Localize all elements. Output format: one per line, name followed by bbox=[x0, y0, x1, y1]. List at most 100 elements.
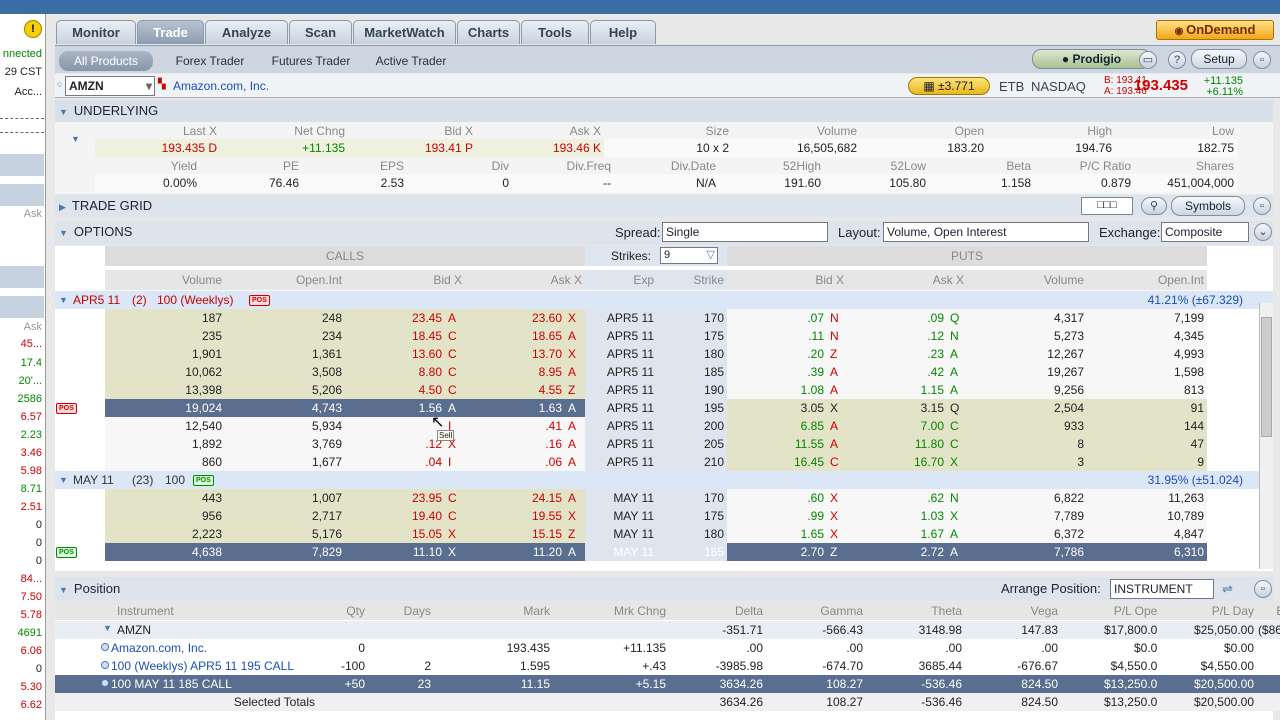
option-row[interactable]: 1,892 3,769.12 X .16 A APR5 11 205 11.55 A 11.80 C… bbox=[55, 435, 1259, 453]
option-cell[interactable]: X bbox=[445, 543, 465, 561]
alert-icon[interactable]: ! bbox=[24, 20, 42, 38]
option-cell[interactable]: 91 bbox=[1087, 399, 1207, 417]
option-row[interactable]: 10,062 3,508 8.80 C 8.95 A APR5 11 185.39 A .42 A 1… bbox=[55, 363, 1259, 381]
option-cell[interactable]: 16.45 bbox=[727, 453, 827, 471]
option-cell[interactable]: C bbox=[445, 327, 465, 345]
option-cell[interactable]: 956 bbox=[105, 507, 225, 525]
option-cell[interactable]: C bbox=[947, 435, 967, 453]
option-cell[interactable]: A bbox=[827, 381, 847, 399]
option-cell[interactable]: 2,223 bbox=[105, 525, 225, 543]
option-cell[interactable]: A bbox=[565, 435, 585, 453]
option-cell[interactable]: 23.60 bbox=[465, 309, 565, 327]
option-cell[interactable]: X bbox=[947, 507, 967, 525]
option-cell[interactable]: .41 bbox=[465, 417, 565, 435]
option-cell[interactable]: 170 bbox=[657, 309, 727, 327]
option-cell[interactable]: X bbox=[827, 399, 847, 417]
option-cell[interactable]: 7,199 bbox=[1087, 309, 1207, 327]
prodigio-button[interactable]: ● Prodigio bbox=[1032, 49, 1151, 69]
option-cell[interactable]: 4.50 bbox=[345, 381, 445, 399]
option-cell[interactable]: 443 bbox=[105, 489, 225, 507]
options-section-header[interactable]: ▼ OPTIONS Spread: Single Layout: Volume, … bbox=[55, 221, 1273, 245]
tab-tools[interactable]: Tools bbox=[521, 20, 589, 44]
option-cell[interactable]: 6.85 bbox=[727, 417, 827, 435]
option-cell[interactable]: 9,256 bbox=[967, 381, 1087, 399]
option-cell[interactable]: C bbox=[445, 345, 465, 363]
option-cell[interactable]: MAY 11 bbox=[585, 525, 657, 543]
layout-select[interactable]: Volume, Open Interest bbox=[883, 222, 1089, 242]
trade-grid-section-header[interactable]: ▶ TRADE GRID □□□ ⚲ Symbols ▫ bbox=[55, 195, 1273, 217]
option-cell[interactable]: A bbox=[827, 363, 847, 381]
option-cell[interactable]: 13,398 bbox=[105, 381, 225, 399]
option-cell[interactable]: A bbox=[827, 417, 847, 435]
tab-marketwatch[interactable]: MarketWatch bbox=[353, 20, 456, 44]
option-cell[interactable]: 8.95 bbox=[465, 363, 565, 381]
option-cell[interactable]: 3.05 bbox=[727, 399, 827, 417]
option-cell[interactable]: C bbox=[947, 417, 967, 435]
option-cell[interactable]: X bbox=[565, 309, 585, 327]
option-cell[interactable]: .60 bbox=[727, 489, 827, 507]
option-cell[interactable]: APR5 11 bbox=[585, 453, 657, 471]
option-cell[interactable]: 1.65 bbox=[727, 525, 827, 543]
option-cell[interactable]: A bbox=[947, 543, 967, 561]
option-cell[interactable]: 8 bbox=[967, 435, 1087, 453]
option-cell[interactable]: .16 bbox=[465, 435, 565, 453]
option-row[interactable]: 860 1,677.04 I .06 A APR5 11 210 16.45 C 16.70 X 3 9 bbox=[55, 453, 1259, 471]
option-cell[interactable]: 11,263 bbox=[1087, 489, 1207, 507]
option-cell[interactable]: Z bbox=[565, 525, 585, 543]
option-cell[interactable]: 205 bbox=[657, 435, 727, 453]
option-cell[interactable]: C bbox=[445, 381, 465, 399]
option-cell[interactable]: .06 bbox=[465, 453, 565, 471]
option-cell[interactable]: 1.15 bbox=[847, 381, 947, 399]
position-instrument[interactable]: Amazon.com, Inc. bbox=[55, 639, 318, 657]
option-cell[interactable]: 13.60 bbox=[345, 345, 445, 363]
option-cell[interactable]: 210 bbox=[657, 453, 727, 471]
option-cell[interactable]: C bbox=[445, 507, 465, 525]
window-icon[interactable]: ▫ bbox=[1253, 51, 1271, 69]
option-cell[interactable]: 15.15 bbox=[465, 525, 565, 543]
window-icon[interactable]: ▫ bbox=[1254, 580, 1272, 598]
option-cell[interactable]: 16.70 bbox=[847, 453, 947, 471]
option-cell[interactable]: X bbox=[827, 507, 847, 525]
arrange-position-select[interactable]: INSTRUMENT bbox=[1110, 579, 1214, 599]
option-cell[interactable]: 7,789 bbox=[967, 507, 1087, 525]
chevron-down-icon[interactable]: ⌄ bbox=[1254, 223, 1272, 241]
option-cell[interactable]: 19.55 bbox=[465, 507, 565, 525]
option-cell[interactable]: APR5 11 bbox=[585, 399, 657, 417]
position-instrument[interactable]: AMZN bbox=[55, 621, 318, 639]
option-cell[interactable]: 19,024 bbox=[105, 399, 225, 417]
option-cell[interactable]: 4,847 bbox=[1087, 525, 1207, 543]
option-row[interactable]: 235 234 18.45 C 18.65 A APR5 11 175.11 N .12 N 5,27… bbox=[55, 327, 1259, 345]
option-cell[interactable]: 175 bbox=[657, 327, 727, 345]
option-cell[interactable]: 1,361 bbox=[225, 345, 345, 363]
option-cell[interactable]: 190 bbox=[657, 381, 727, 399]
option-cell[interactable]: X bbox=[565, 345, 585, 363]
option-cell[interactable]: MAY 11 bbox=[585, 489, 657, 507]
spread-select[interactable]: Single bbox=[662, 222, 828, 242]
option-cell[interactable]: APR5 11 bbox=[585, 363, 657, 381]
option-cell[interactable]: 6,372 bbox=[967, 525, 1087, 543]
link-icon[interactable]: ○ bbox=[57, 79, 62, 89]
option-cell[interactable]: X bbox=[947, 453, 967, 471]
option-cell[interactable]: 13.70 bbox=[465, 345, 565, 363]
option-cell[interactable]: A bbox=[565, 363, 585, 381]
underlying-section-header[interactable]: ▼ UNDERLYING bbox=[55, 100, 1273, 122]
option-cell[interactable]: APR5 11 bbox=[585, 435, 657, 453]
window-icon[interactable]: ▫ bbox=[1253, 197, 1271, 215]
option-cell[interactable]: .99 bbox=[727, 507, 827, 525]
grid-layout-icon[interactable]: □□□ bbox=[1081, 197, 1133, 215]
collapse-triangle-icon[interactable]: ▼ bbox=[59, 578, 68, 602]
option-cell[interactable]: .07 bbox=[727, 309, 827, 327]
expiration-header[interactable]: ▼ APR5 11 (2) 100 (Weeklys) POS 41.21% (±67.3… bbox=[55, 291, 1273, 309]
option-cell[interactable]: 4,743 bbox=[225, 399, 345, 417]
option-cell[interactable]: .62 bbox=[847, 489, 947, 507]
option-cell[interactable]: 813 bbox=[1087, 381, 1207, 399]
option-cell[interactable]: .20 bbox=[727, 345, 827, 363]
option-cell[interactable]: 11.10 bbox=[345, 543, 445, 561]
collapse-triangle-icon[interactable]: ▼ bbox=[59, 101, 68, 123]
option-row[interactable]: 13,398 5,206 4.50 C 4.55 Z APR5 11 190 1.08 A 1.15… bbox=[55, 381, 1259, 399]
option-cell[interactable]: C bbox=[827, 453, 847, 471]
subtab-futures-trader[interactable]: Futures Trader bbox=[261, 51, 361, 71]
option-cell[interactable]: 3 bbox=[967, 453, 1087, 471]
option-cell[interactable]: 170 bbox=[657, 489, 727, 507]
option-cell[interactable] bbox=[345, 417, 445, 435]
